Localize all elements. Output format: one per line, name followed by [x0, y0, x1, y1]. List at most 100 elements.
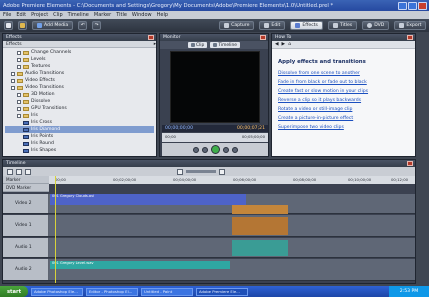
expand-toggle-icon[interactable]	[11, 85, 15, 90]
effects-tree-item[interactable]: Audio Transitions	[5, 70, 154, 77]
effects-tree-item[interactable]: Iris Diamond	[5, 126, 154, 133]
track-video-2[interactable]: Video 2 001 Gregory Clouds.avi	[3, 194, 415, 214]
minimize-button[interactable]	[398, 1, 407, 10]
expand-toggle-icon[interactable]	[17, 113, 21, 118]
menu-project[interactable]: Project	[31, 12, 48, 18]
close-button[interactable]	[418, 1, 427, 10]
titles-button[interactable]: Titles	[327, 21, 358, 30]
howto-panel-close-button[interactable]	[407, 35, 413, 40]
effects-tree-item[interactable]: GPU Transitions	[5, 105, 154, 112]
effects-tree-item[interactable]: Iris Points	[5, 133, 154, 140]
set-out-icon[interactable]	[231, 146, 238, 153]
howto-link[interactable]: Fade in from black or fade out to black	[278, 80, 409, 89]
effects-tree-item[interactable]: Textures	[5, 63, 154, 70]
taskbar-item[interactable]: Editor - Photoshop El...	[86, 287, 138, 296]
expand-toggle-icon[interactable]	[17, 57, 21, 62]
expand-toggle-icon[interactable]	[17, 99, 21, 104]
effects-tree-item[interactable]: Levels	[5, 56, 154, 63]
monitor-time-ruler[interactable]: 00;00 00;05;00;00	[162, 133, 268, 142]
zoom-tool-icon[interactable]	[25, 168, 31, 175]
marker-row[interactable]: Marker	[3, 176, 49, 184]
menu-edit[interactable]: Edit	[16, 12, 26, 18]
timeline-clip[interactable]	[232, 240, 288, 256]
effects-tree-item[interactable]: Dissolve	[5, 98, 154, 105]
taskbar-item[interactable]: Adobe Premiere Ele...	[196, 287, 248, 296]
howto-link[interactable]: Superimpose two video clips	[278, 125, 409, 134]
monitor-panel-titlebar[interactable]: Monitor	[160, 34, 268, 41]
timeline-panel-titlebar[interactable]: Timeline	[3, 160, 415, 167]
effects-panel-titlebar[interactable]: Effects	[3, 34, 156, 41]
tab-clip[interactable]: Clip	[188, 42, 208, 48]
new-project-button[interactable]	[4, 21, 13, 30]
timeline-clip[interactable]: 001 Gregory Level.wav	[50, 261, 230, 269]
open-project-button[interactable]	[18, 21, 27, 30]
howto-link[interactable]: Dissolve from one scene to another	[278, 71, 409, 80]
dvd-button[interactable]: DVD	[362, 21, 390, 30]
video-preview[interactable]	[170, 51, 260, 123]
menu-marker[interactable]: Marker	[94, 12, 111, 18]
zoom-in-icon[interactable]	[219, 168, 225, 175]
taskbar-item[interactable]: Untitled - Paint	[141, 287, 193, 296]
undo-button[interactable]: ↶	[78, 21, 88, 30]
timeline-panel-close-button[interactable]	[407, 161, 413, 166]
expand-toggle-icon[interactable]	[17, 106, 21, 111]
effects-tree-item[interactable]: Iris Cross	[5, 119, 154, 126]
expand-toggle-icon[interactable]	[17, 50, 21, 55]
howto-link[interactable]: Create fast or slow motion in your clips	[278, 89, 409, 98]
menu-file[interactable]: File	[3, 12, 11, 18]
capture-button[interactable]: Capture	[219, 21, 255, 30]
menu-timeline[interactable]: Timeline	[68, 12, 89, 18]
effects-tree-item[interactable]: 3D Motion	[5, 91, 154, 98]
howto-link[interactable]: Rotate a video or still-image clip	[278, 107, 409, 116]
zoom-out-icon[interactable]	[177, 168, 183, 175]
timeline-clip[interactable]	[232, 205, 288, 214]
effects-tree-item[interactable]: Iris	[5, 112, 154, 119]
playhead[interactable]	[55, 176, 56, 283]
menu-help[interactable]: Help	[157, 12, 168, 18]
effects-panel-close-button[interactable]	[148, 35, 154, 40]
expand-toggle-icon[interactable]	[11, 71, 15, 76]
current-timecode[interactable]: 00;00;00;00	[165, 126, 193, 131]
effects-tree-item[interactable]: Change Channels	[5, 49, 154, 56]
tab-timeline[interactable]: Timeline	[210, 42, 240, 48]
expand-toggle-icon[interactable]	[17, 64, 21, 69]
forward-icon[interactable]: ▶	[282, 42, 286, 47]
expand-toggle-icon[interactable]	[17, 92, 21, 97]
back-icon[interactable]: ◀	[275, 42, 279, 47]
effects-tree-item[interactable]: Video Effects	[5, 77, 154, 84]
export-button[interactable]: Export	[394, 21, 427, 30]
expand-toggle-icon[interactable]	[11, 78, 15, 83]
play-icon[interactable]	[210, 145, 220, 154]
timeline-clip[interactable]: 001 Gregory Clouds.avi	[50, 194, 246, 205]
redo-button[interactable]: ↷	[92, 21, 102, 30]
razor-tool-icon[interactable]	[16, 168, 22, 175]
zoom-slider[interactable]	[186, 170, 216, 173]
track-video-1[interactable]: Video 1	[3, 215, 415, 237]
effects-tab[interactable]: Effects	[6, 42, 22, 47]
home-icon[interactable]: ⌂	[288, 42, 291, 47]
track-audio-2[interactable]: Audio 2 001 Gregory Level.wav	[3, 259, 415, 281]
howto-panel-titlebar[interactable]: How To	[272, 34, 415, 41]
selection-tool-icon[interactable]	[7, 168, 13, 175]
timeline-clip[interactable]	[232, 217, 288, 235]
howto-link[interactable]: Reverse a clip so it plays backwards	[278, 98, 409, 107]
step-back-icon[interactable]	[201, 146, 208, 153]
effects-tree-item[interactable]: Iris Shapes	[5, 147, 154, 154]
set-in-icon[interactable]	[192, 146, 199, 153]
step-forward-icon[interactable]	[222, 146, 229, 153]
menu-title[interactable]: Title	[116, 12, 127, 18]
add-media-button[interactable]: Add Media	[32, 21, 74, 30]
monitor-panel-close-button[interactable]	[260, 35, 266, 40]
howto-link[interactable]: Create a picture-in-picture effect	[278, 116, 409, 125]
menu-clip[interactable]: Clip	[53, 12, 62, 18]
start-button[interactable]: start	[0, 286, 28, 297]
dvd-marker-row[interactable]: DVD Marker	[3, 184, 49, 192]
maximize-button[interactable]	[408, 1, 417, 10]
track-audio-1[interactable]: Audio 1	[3, 238, 415, 258]
window-titlebar[interactable]: Adobe Premiere Elements - C:\Documents a…	[0, 0, 429, 11]
taskbar-item[interactable]: Adobe Photoshop Ele...	[31, 287, 83, 296]
effects-button[interactable]: Effects	[290, 21, 323, 30]
edit-button[interactable]: Edit	[259, 21, 286, 30]
effects-tree-item[interactable]: Video Transitions	[5, 84, 154, 91]
timeline-ruler[interactable]: 00;00 00;02;00;00 00;04;00;00 00;06;00;0…	[3, 176, 415, 184]
